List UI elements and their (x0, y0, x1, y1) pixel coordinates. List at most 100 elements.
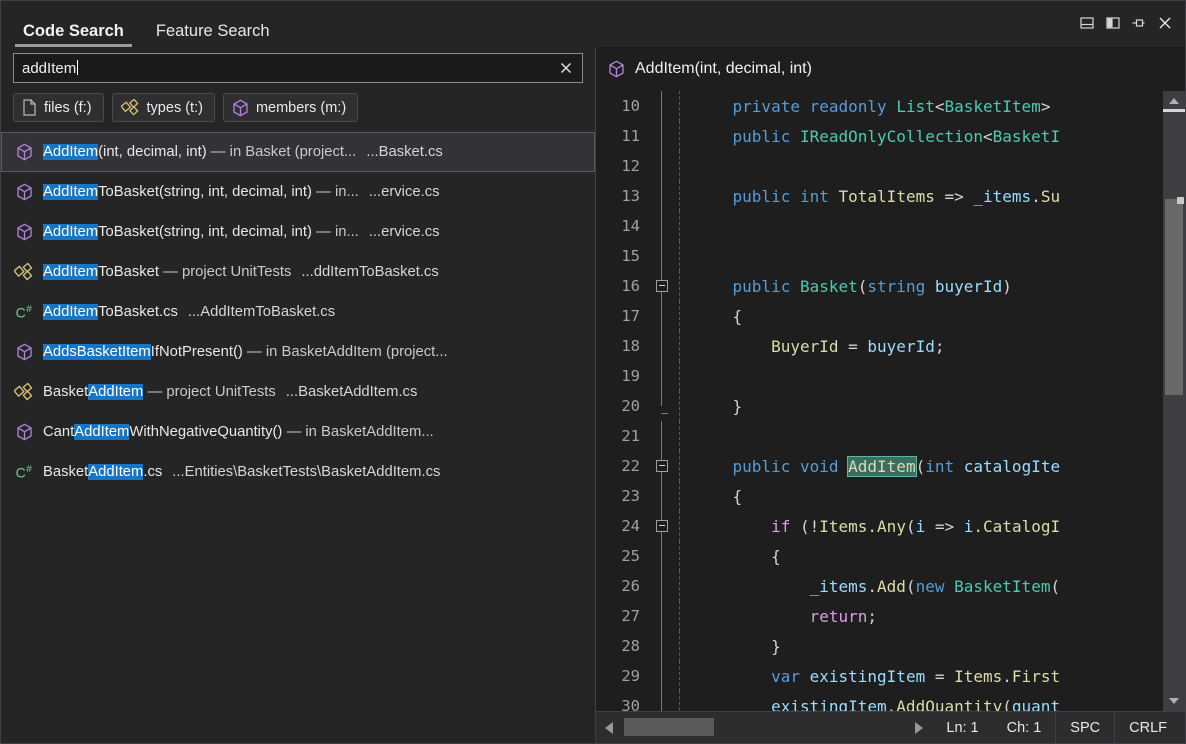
collapse-toggle[interactable] (656, 520, 668, 532)
outlining-gutter[interactable] (648, 451, 694, 481)
search-result-row[interactable]: AddItemToBasket(string, int, decimal, in… (1, 212, 595, 252)
code-text: public Basket(string buyerId) (694, 277, 1012, 296)
line-number: 16 (596, 277, 648, 295)
outlining-gutter[interactable] (648, 91, 694, 121)
code-line: 29 var existingItem = Items.First (596, 661, 1163, 691)
outlining-gutter[interactable] (648, 331, 694, 361)
line-number: 22 (596, 457, 648, 475)
search-result-label: AddsBasketItemIfNotPresent() — in Basket… (43, 344, 585, 360)
line-number: 17 (596, 307, 648, 325)
member-icon (13, 223, 35, 241)
preview-panel: AddItem(int, decimal, int) 10 private re… (596, 47, 1185, 743)
outlining-gutter[interactable] (648, 661, 694, 691)
search-result-row[interactable]: C#AddItemToBasket.cs...AddItemToBasket.c… (1, 292, 595, 332)
status-indent-mode[interactable]: SPC (1055, 712, 1114, 743)
scroll-annotation-marker (1177, 197, 1184, 204)
outlining-gutter[interactable] (648, 691, 694, 711)
close-icon[interactable] (1153, 11, 1177, 35)
search-result-row[interactable]: AddItem(int, decimal, int) — in Basket (… (1, 132, 595, 172)
outlining-gutter[interactable] (648, 271, 694, 301)
filter-chip-files[interactable]: files (f:) (13, 93, 104, 122)
code-text: } (694, 637, 781, 656)
outlining-gutter[interactable] (648, 571, 694, 601)
code-text: public void AddItem(int catalogIte (694, 457, 1060, 476)
scroll-left-arrow[interactable] (600, 712, 618, 743)
search-input-value: addItem (22, 60, 76, 77)
code-text: BuyerId = buyerId; (694, 337, 944, 356)
filter-chip-files-label: files (f:) (44, 100, 92, 116)
titlebar: Code Search Feature Search (1, 1, 1185, 47)
horizontal-scroll-track[interactable] (618, 712, 910, 743)
tab-strip: Code Search Feature Search (1, 1, 294, 47)
scroll-down-arrow[interactable] (1163, 691, 1185, 711)
outlining-gutter[interactable] (648, 301, 694, 331)
outlining-gutter[interactable] (648, 181, 694, 211)
member-icon (13, 423, 35, 441)
search-result-label: AddItem(int, decimal, int) — in Basket (… (43, 144, 356, 160)
search-result-row[interactable]: CantAddItemWithNegativeQuantity() — in B… (1, 412, 595, 452)
search-result-row[interactable]: C#BasketAddItem.cs...Entities\BasketTest… (1, 452, 595, 492)
outlining-gutter[interactable] (648, 241, 694, 271)
code-line: 26 _items.Add(new BasketItem( (596, 571, 1163, 601)
search-result-path: ...Basket.cs (366, 144, 442, 160)
search-result-row[interactable]: AddItemToBasket — project UnitTests...dd… (1, 252, 595, 292)
search-panel: addItem (1, 47, 596, 743)
outlining-gutter[interactable] (648, 631, 694, 661)
search-result-label: AddItemToBasket(string, int, decimal, in… (43, 224, 359, 240)
split-horizontal-icon[interactable] (1075, 11, 1099, 35)
search-input[interactable]: addItem (13, 53, 583, 83)
line-number: 10 (596, 97, 648, 115)
code-viewer[interactable]: 10 private readonly List<BasketItem>11 p… (596, 91, 1163, 711)
collapse-toggle[interactable] (656, 460, 668, 472)
search-result-label: BasketAddItem.cs (43, 464, 162, 480)
search-result-path: ...BasketAddItem.cs (286, 384, 418, 400)
outlining-gutter[interactable] (648, 541, 694, 571)
clear-search-button[interactable] (556, 57, 576, 79)
search-result-row[interactable]: BasketAddItem — project UnitTests...Bask… (1, 372, 595, 412)
code-line: 27 return; (596, 601, 1163, 631)
code-line: 28 } (596, 631, 1163, 661)
filter-chip-members[interactable]: members (m:) (223, 93, 358, 122)
outlining-gutter[interactable] (648, 421, 694, 451)
line-number: 28 (596, 637, 648, 655)
code-text: public int TotalItems => _items.Su (694, 187, 1060, 206)
vertical-scroll-thumb[interactable] (1165, 199, 1183, 395)
code-text: { (694, 307, 742, 326)
line-number: 26 (596, 577, 648, 595)
outlining-gutter[interactable] (648, 511, 694, 541)
horizontal-scroll-thumb[interactable] (624, 718, 714, 736)
search-result-path: ...ddItemToBasket.cs (301, 264, 438, 280)
tab-feature-search[interactable]: Feature Search (148, 23, 278, 48)
outlining-gutter[interactable] (648, 481, 694, 511)
search-result-path: ...ervice.cs (369, 224, 440, 240)
search-result-row[interactable]: AddItemToBasket(string, int, decimal, in… (1, 172, 595, 212)
outlining-gutter[interactable] (648, 211, 694, 241)
vertical-scrollbar[interactable] (1163, 91, 1185, 711)
outlining-gutter[interactable] (648, 391, 694, 421)
collapse-toggle[interactable] (656, 280, 668, 292)
scroll-right-arrow[interactable] (910, 712, 928, 743)
outlining-gutter[interactable] (648, 601, 694, 631)
types-icon (13, 263, 35, 281)
search-result-label: AddItemToBasket(string, int, decimal, in… (43, 184, 359, 200)
status-line-endings[interactable]: CRLF (1114, 712, 1185, 743)
code-line: 23 { (596, 481, 1163, 511)
outlining-gutter[interactable] (648, 361, 694, 391)
editor-area: 10 private readonly List<BasketItem>11 p… (596, 91, 1185, 711)
code-line: 20 } (596, 391, 1163, 421)
member-icon (13, 343, 35, 361)
tab-code-search[interactable]: Code Search (15, 23, 132, 48)
scroll-up-arrow[interactable] (1163, 91, 1185, 111)
search-result-path: ...AddItemToBasket.cs (188, 304, 335, 320)
line-number: 21 (596, 427, 648, 445)
code-text: if (!Items.Any(i => i.CatalogI (694, 517, 1060, 536)
horizontal-scrollbar[interactable] (596, 712, 932, 743)
split-vertical-icon[interactable] (1101, 11, 1125, 35)
filter-chip-types[interactable]: types (t:) (112, 93, 215, 122)
code-line: 30 existingItem.AddQuantity(quant (596, 691, 1163, 711)
search-result-row[interactable]: AddsBasketItemIfNotPresent() — in Basket… (1, 332, 595, 372)
code-text: } (694, 397, 742, 416)
outlining-gutter[interactable] (648, 151, 694, 181)
pin-icon[interactable] (1127, 11, 1151, 35)
outlining-gutter[interactable] (648, 121, 694, 151)
